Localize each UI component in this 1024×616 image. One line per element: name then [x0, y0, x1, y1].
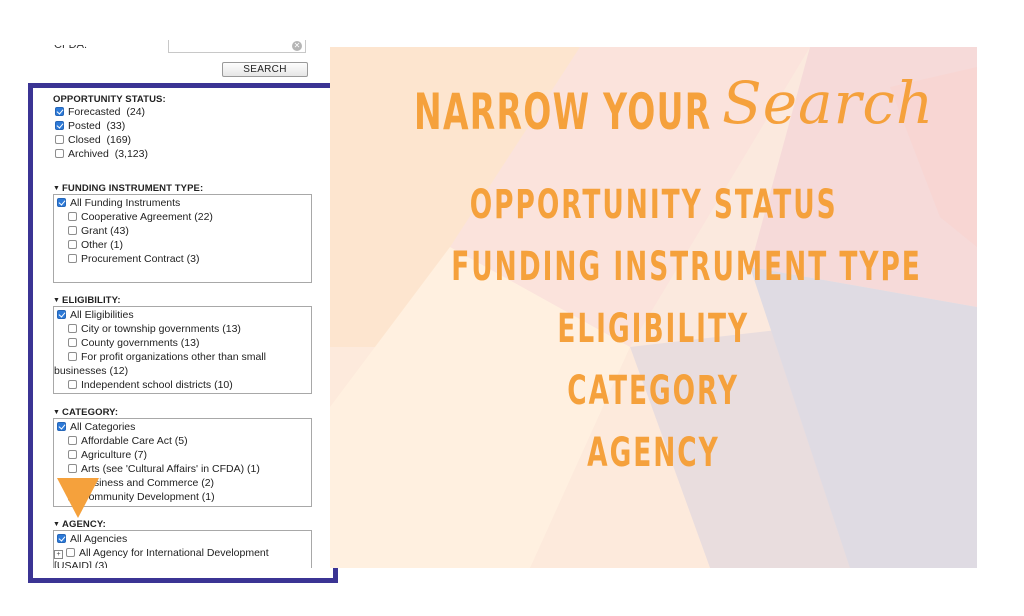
slide-panel: NARROW YOUR Search OPPORTUNITY STATUS FU… — [330, 47, 977, 568]
topic-eligibility: ELIGIBILITY — [330, 306, 977, 352]
clear-icon[interactable]: ✕ — [292, 41, 302, 51]
topic-opportunity-status: OPPORTUNITY STATUS — [330, 182, 977, 228]
headline-script: Search — [722, 69, 935, 137]
cfda-input[interactable]: ✕ — [168, 40, 306, 53]
headline-main: NARROW YOUR — [414, 83, 712, 141]
topic-text: OPPORTUNITY STATUS — [469, 182, 838, 228]
topic-text: AGENCY — [587, 430, 720, 476]
search-button[interactable]: SEARCH — [222, 62, 308, 77]
topic-category: CATEGORY — [330, 368, 977, 414]
topic-text: ELIGIBILITY — [557, 306, 750, 352]
topic-agency: AGENCY — [330, 430, 977, 476]
pointer-arrow-icon — [57, 478, 99, 518]
topic-text: FUNDING INSTRUMENT TYPE — [451, 244, 922, 290]
topic-text: CATEGORY — [567, 368, 740, 414]
topic-funding-instrument-type: FUNDING INSTRUMENT TYPE — [330, 244, 977, 290]
cfda-label: CFDA: — [54, 39, 87, 51]
